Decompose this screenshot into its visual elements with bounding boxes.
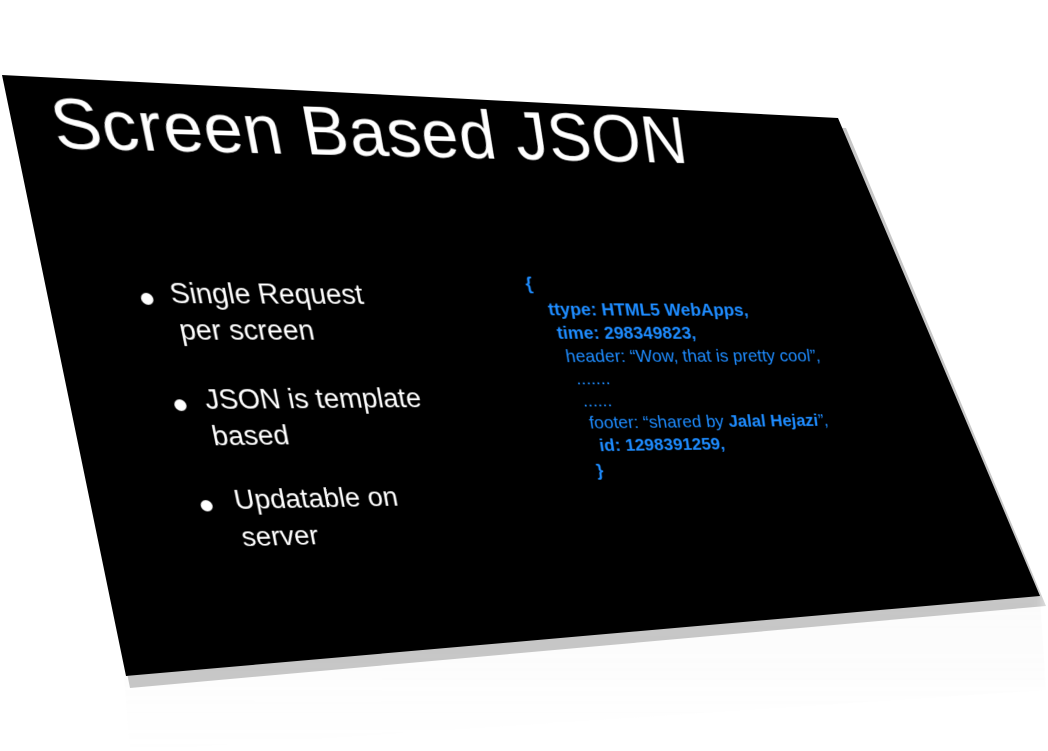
bullet-line: Updatable on: [231, 481, 401, 516]
code-line-ttype: ttype: HTML5 WebApps,: [546, 299, 750, 321]
json-code-block: { ttype: HTML5 WebApps, time: 298349823,…: [2, 75, 829, 481]
presentation-image: Screen Based JSON Single Request per scr…: [0, 0, 1048, 751]
code-close-brace: }: [595, 461, 605, 481]
code-footer-prefix: footer: “shared by: [587, 411, 730, 433]
code-footer-name: Jalal Hejazi: [727, 411, 820, 432]
code-line-ellipsis: ......: [581, 391, 614, 411]
bullet-line: JSON is template: [201, 382, 424, 416]
code-open-brace: {: [523, 273, 535, 295]
code-footer-suffix: ”,: [816, 410, 830, 430]
code-line-footer: footer: “shared by Jalal Hejazi”,: [588, 409, 830, 434]
bullet-line: server: [238, 520, 322, 553]
bullet-dot-icon: [199, 499, 214, 512]
bullet-line: based: [208, 419, 292, 452]
code-line-ellipsis: .......: [574, 368, 612, 389]
code-line-time: time: 298349823,: [555, 323, 698, 344]
bullet-dot-icon: [173, 399, 188, 412]
code-line-id: id: 1298391259,: [597, 434, 727, 456]
code-line-header: header: “Wow, that is pretty cool”,: [564, 346, 822, 367]
